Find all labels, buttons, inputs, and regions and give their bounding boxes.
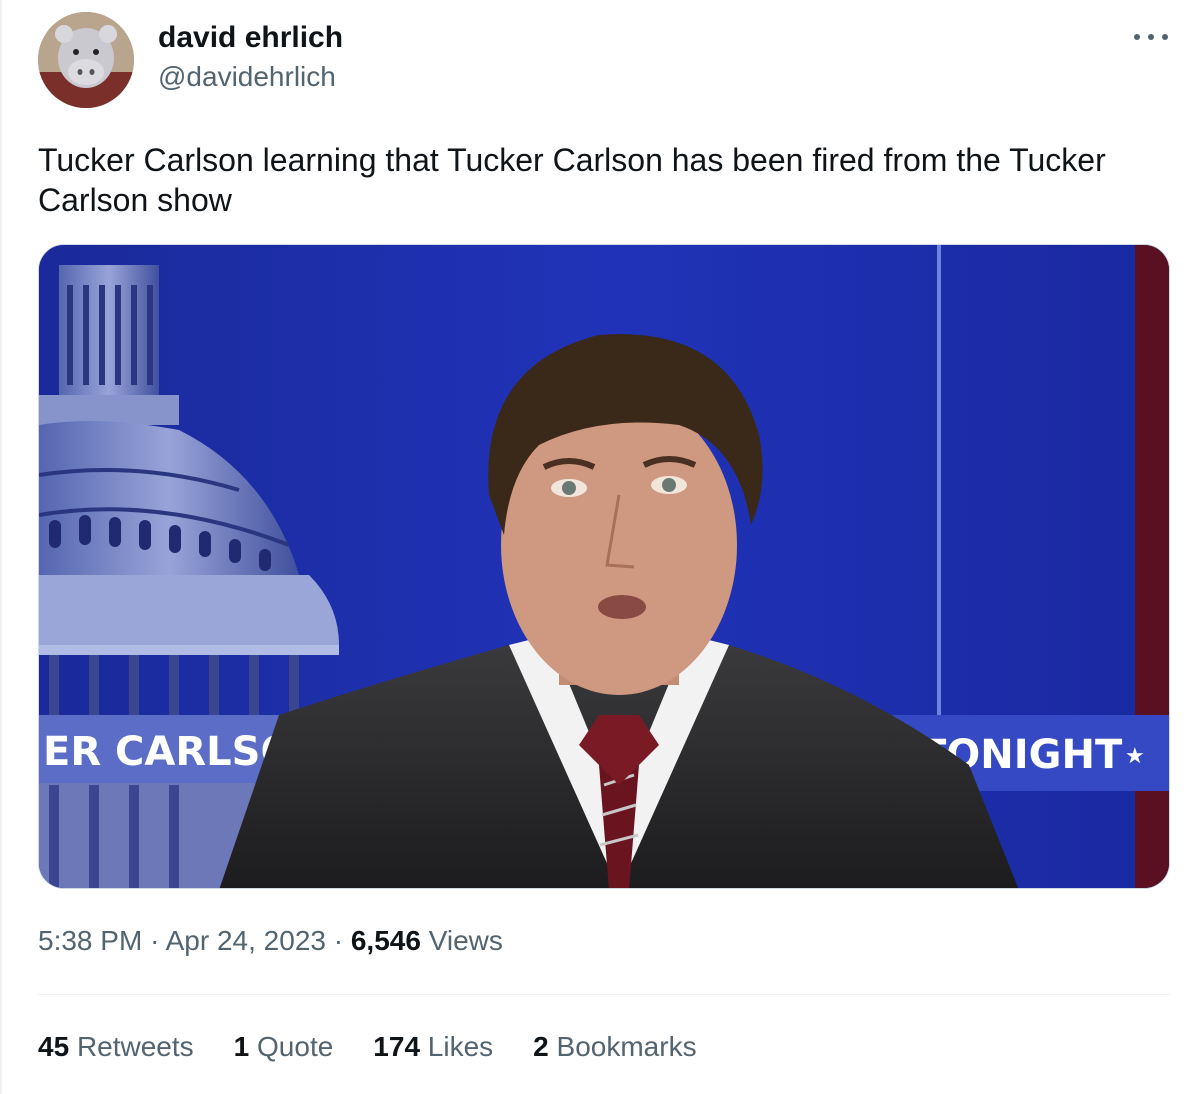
likes-count: 174 [373, 1031, 421, 1062]
divider [38, 994, 1170, 995]
avatar-image [38, 12, 134, 108]
bookmarks-label: Bookmarks [556, 1031, 697, 1062]
meta-separator: · [150, 925, 160, 956]
retweets-label: Retweets [76, 1031, 194, 1062]
likes-label: Likes [427, 1031, 494, 1062]
author-handle[interactable]: @davidehrlich [158, 60, 343, 94]
likes-stat[interactable]: 174 Likes [373, 1030, 493, 1064]
quotes-label: Quote [257, 1031, 334, 1062]
bookmarks-count: 2 [533, 1031, 549, 1062]
retweets-count: 45 [38, 1031, 70, 1062]
tweet-media[interactable]: ER CARLSON TONIGHT ★ [38, 244, 1170, 889]
avatar[interactable] [38, 12, 134, 108]
quotes-stat[interactable]: 1 Quote [234, 1030, 334, 1064]
quotes-count: 1 [233, 1031, 250, 1062]
views-label: Views [428, 925, 503, 956]
media-image: ER CARLSON TONIGHT ★ [39, 245, 1169, 888]
author-block: david ehrlich @davidehrlich [158, 20, 343, 94]
tweet-meta: 5:38 PM · Apr 24, 2023 · 6,546 Views [38, 924, 503, 958]
banner-star: ★ [1125, 744, 1145, 769]
author-name[interactable]: david ehrlich [158, 20, 343, 56]
retweets-stat[interactable]: 45 Retweets [38, 1030, 194, 1064]
tweet-stats: 45 Retweets 1 Quote 174 Likes 2 Bookmark… [38, 1030, 737, 1064]
column-border [0, 0, 2, 1094]
tweet-text: Tucker Carlson learning that Tucker Carl… [38, 142, 1106, 218]
tweet-date[interactable]: Apr 24, 2023 [166, 925, 326, 956]
views-count: 6,546 [350, 925, 421, 956]
bookmarks-stat[interactable]: 2 Bookmarks [533, 1030, 696, 1064]
more-icon[interactable] [1134, 34, 1168, 44]
tweet-detail: david ehrlich @davidehrlich Tucker Carls… [0, 0, 1196, 1094]
meta-separator: · [333, 925, 344, 956]
tweet-time[interactable]: 5:38 PM [38, 925, 142, 956]
